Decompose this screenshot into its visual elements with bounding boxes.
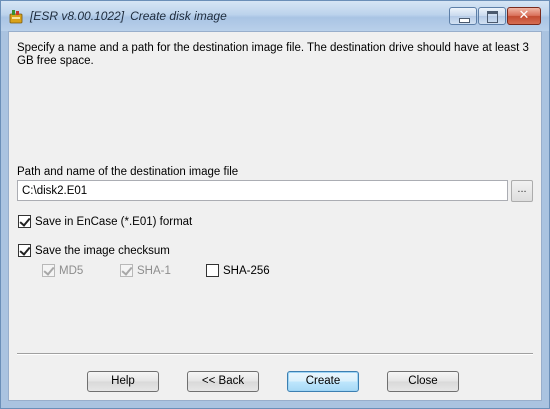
button-separator (17, 353, 533, 355)
window-title-dialog: Create disk image (130, 9, 227, 23)
path-label: Path and name of the destination image f… (17, 166, 239, 178)
sha256-option[interactable]: SHA-256 (206, 264, 270, 277)
encase-format-label: Save in EnCase (*.E01) format (35, 215, 193, 228)
md5-option: MD5 (42, 264, 83, 277)
sha1-option: SHA-1 (120, 264, 171, 277)
encase-format-checkbox[interactable] (18, 215, 31, 228)
minimize-button[interactable] (449, 7, 477, 25)
close-button[interactable]: Close (387, 371, 459, 392)
sha1-checkbox (120, 264, 133, 277)
sha256-checkbox[interactable] (206, 264, 219, 277)
minimize-icon (459, 18, 470, 23)
maximize-icon (487, 11, 498, 23)
sha256-label: SHA-256 (223, 264, 270, 277)
window-title: [ESR v8.00.1022] Create disk image (30, 9, 227, 23)
save-checksum-label: Save the image checksum (35, 244, 170, 257)
esr-app-icon (9, 9, 23, 24)
dialog-body: Specify a name and a path for the destin… (8, 31, 542, 401)
maximize-button[interactable] (478, 7, 506, 25)
title-bar[interactable]: [ESR v8.00.1022] Create disk image ✕ (1, 1, 549, 31)
description-text: Specify a name and a path for the destin… (17, 42, 529, 67)
create-disk-image-window: [ESR v8.00.1022] Create disk image ✕ Spec… (0, 0, 550, 409)
browse-button[interactable]: ... (511, 180, 533, 202)
help-button[interactable]: Help (87, 371, 159, 392)
md5-label: MD5 (59, 264, 84, 277)
md5-checkbox (42, 264, 55, 277)
close-icon: ✕ (518, 8, 530, 23)
back-button[interactable]: << Back (187, 371, 259, 392)
encase-format-option[interactable]: Save in EnCase (*.E01) format (18, 215, 192, 228)
save-checksum-option[interactable]: Save the image checksum (18, 244, 170, 257)
sha1-label: SHA-1 (137, 264, 171, 277)
destination-path-input[interactable] (17, 180, 508, 201)
window-title-app: [ESR v8.00.1022] (30, 9, 125, 23)
save-checksum-checkbox[interactable] (18, 244, 31, 257)
close-window-button[interactable]: ✕ (507, 7, 541, 25)
create-button[interactable]: Create (287, 371, 359, 392)
